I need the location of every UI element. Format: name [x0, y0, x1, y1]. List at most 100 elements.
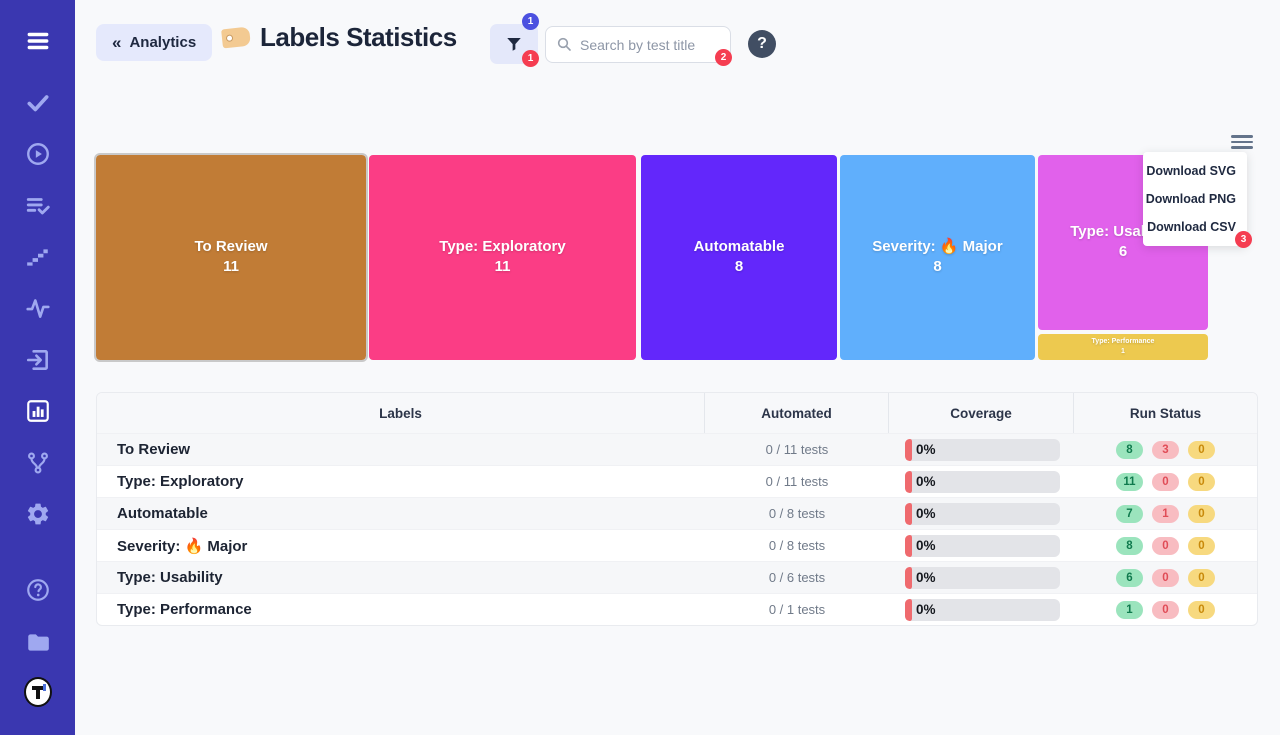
coverage-cell: 0%	[889, 530, 1074, 561]
page-header: « Analytics Labels Statistics 1 1 2 ?	[75, 0, 1280, 90]
table-row[interactable]: Automatable 0 / 8 tests 0% 7 1 0	[97, 497, 1257, 529]
passed-badge: 1	[1116, 601, 1143, 619]
title-wrap: Labels Statistics	[222, 22, 457, 53]
column-header-labels: Labels	[97, 393, 705, 433]
run-status-cell: 7 1 0	[1074, 498, 1257, 529]
treemap-value: 6	[1119, 242, 1127, 262]
table-row[interactable]: To Review 0 / 11 tests 0% 8 3 0	[97, 433, 1257, 465]
git-branch-icon[interactable]	[24, 449, 52, 477]
filter-badge-top: 1	[522, 13, 539, 30]
treemap-label: Type: Exploratory	[439, 238, 565, 257]
menu-item-download-png[interactable]: Download PNG	[1143, 185, 1247, 213]
run-status-cell: 6 0 0	[1074, 562, 1257, 593]
coverage-bar: 0%	[905, 567, 1060, 589]
question-glyph: ?	[757, 35, 767, 53]
gear-icon[interactable]	[24, 500, 52, 528]
chevrons-left-icon: «	[112, 33, 121, 53]
coverage-fill	[905, 599, 912, 621]
back-to-analytics-button[interactable]: « Analytics	[96, 24, 212, 61]
skipped-badge: 0	[1188, 505, 1215, 523]
help-circle-icon[interactable]	[24, 576, 52, 604]
menu-badge: 3	[1235, 231, 1252, 248]
skipped-badge: 0	[1188, 569, 1215, 587]
table-header-row: Labels Automated Coverage Run Status	[97, 393, 1257, 433]
coverage-bar: 0%	[905, 535, 1060, 557]
page-title: Labels Statistics	[260, 22, 457, 53]
failed-badge: 0	[1152, 569, 1179, 587]
filter-badge-bottom: 1	[522, 50, 539, 67]
failed-badge: 3	[1152, 441, 1179, 459]
skipped-badge: 0	[1188, 441, 1215, 459]
search-input[interactable]	[545, 26, 731, 63]
coverage-percent: 0%	[916, 599, 936, 621]
treemap-block-to-review[interactable]: To Review 11	[96, 155, 366, 360]
failed-badge: 1	[1152, 505, 1179, 523]
run-status-cell: 1 0 0	[1074, 594, 1257, 625]
testomat-logo[interactable]	[24, 678, 52, 706]
treemap-label: Automatable	[694, 238, 785, 257]
skipped-badge: 0	[1188, 537, 1215, 555]
coverage-cell: 0%	[889, 498, 1074, 529]
menu-item-download-csv[interactable]: Download CSV	[1143, 213, 1247, 241]
treemap-block-severity-major[interactable]: Severity: 🔥 Major 8	[840, 155, 1035, 360]
column-header-run-status: Run Status	[1074, 393, 1257, 433]
labels-treemap: To Review 11 Type: Exploratory 11 Automa…	[96, 155, 1208, 360]
treemap-label: To Review	[194, 238, 267, 257]
play-circle-icon[interactable]	[24, 140, 52, 168]
automated-cell: 0 / 11 tests	[705, 466, 889, 497]
coverage-percent: 0%	[916, 503, 936, 525]
treemap-value: 11	[495, 257, 511, 277]
import-icon[interactable]	[24, 346, 52, 374]
failed-badge: 0	[1152, 537, 1179, 555]
label-cell: Type: Performance	[97, 594, 705, 625]
table-row[interactable]: Type: Performance 0 / 1 tests 0% 1 0 0	[97, 593, 1257, 625]
coverage-fill	[905, 439, 912, 461]
funnel-icon	[505, 35, 523, 53]
menu-item-download-svg[interactable]: Download SVG	[1143, 157, 1247, 185]
passed-badge: 6	[1116, 569, 1143, 587]
check-icon[interactable]	[24, 89, 52, 117]
failed-badge: 0	[1152, 601, 1179, 619]
coverage-bar: 0%	[905, 599, 1060, 621]
label-tag-icon	[221, 27, 251, 49]
treemap-block-automatable[interactable]: Automatable 8	[641, 155, 837, 360]
passed-badge: 8	[1116, 441, 1143, 459]
passed-badge: 8	[1116, 537, 1143, 555]
coverage-fill	[905, 471, 912, 493]
coverage-percent: 0%	[916, 567, 936, 589]
treemap-block-type-exploratory[interactable]: Type: Exploratory 11	[369, 155, 636, 360]
coverage-bar: 0%	[905, 503, 1060, 525]
coverage-fill	[905, 503, 912, 525]
table-row[interactable]: Type: Exploratory 0 / 11 tests 0% 11 0 0	[97, 465, 1257, 497]
chart-download-menu: Download SVG Download PNG Download CSV	[1143, 152, 1247, 246]
help-button[interactable]: ?	[748, 30, 776, 58]
coverage-fill	[905, 535, 912, 557]
coverage-percent: 0%	[916, 439, 936, 461]
table-row[interactable]: Type: Usability 0 / 6 tests 0% 6 0 0	[97, 561, 1257, 593]
run-status-cell: 11 0 0	[1074, 466, 1257, 497]
table-row[interactable]: Severity: 🔥 Major 0 / 8 tests 0% 8 0 0	[97, 529, 1257, 561]
automated-cell: 0 / 11 tests	[705, 434, 889, 465]
sidebar	[0, 0, 75, 735]
treemap-block-type-performance[interactable]: Type: Performance 1	[1038, 334, 1208, 360]
menu-icon[interactable]	[24, 27, 52, 55]
coverage-bar: 0%	[905, 471, 1060, 493]
back-button-label: Analytics	[129, 34, 196, 51]
activity-icon[interactable]	[24, 294, 52, 322]
steps-icon[interactable]	[24, 243, 52, 271]
chart-menu-icon[interactable]	[1231, 132, 1253, 150]
automated-cell: 0 / 1 tests	[705, 594, 889, 625]
label-cell: Type: Usability	[97, 562, 705, 593]
folder-icon[interactable]	[24, 628, 52, 656]
automated-cell: 0 / 6 tests	[705, 562, 889, 593]
search-badge: 2	[715, 49, 732, 66]
coverage-bar: 0%	[905, 439, 1060, 461]
coverage-cell: 0%	[889, 434, 1074, 465]
coverage-cell: 0%	[889, 594, 1074, 625]
run-status-cell: 8 3 0	[1074, 434, 1257, 465]
list-check-icon[interactable]	[24, 192, 52, 220]
label-cell: To Review	[97, 434, 705, 465]
automated-cell: 0 / 8 tests	[705, 530, 889, 561]
label-cell: Type: Exploratory	[97, 466, 705, 497]
bar-chart-icon[interactable]	[24, 397, 52, 425]
